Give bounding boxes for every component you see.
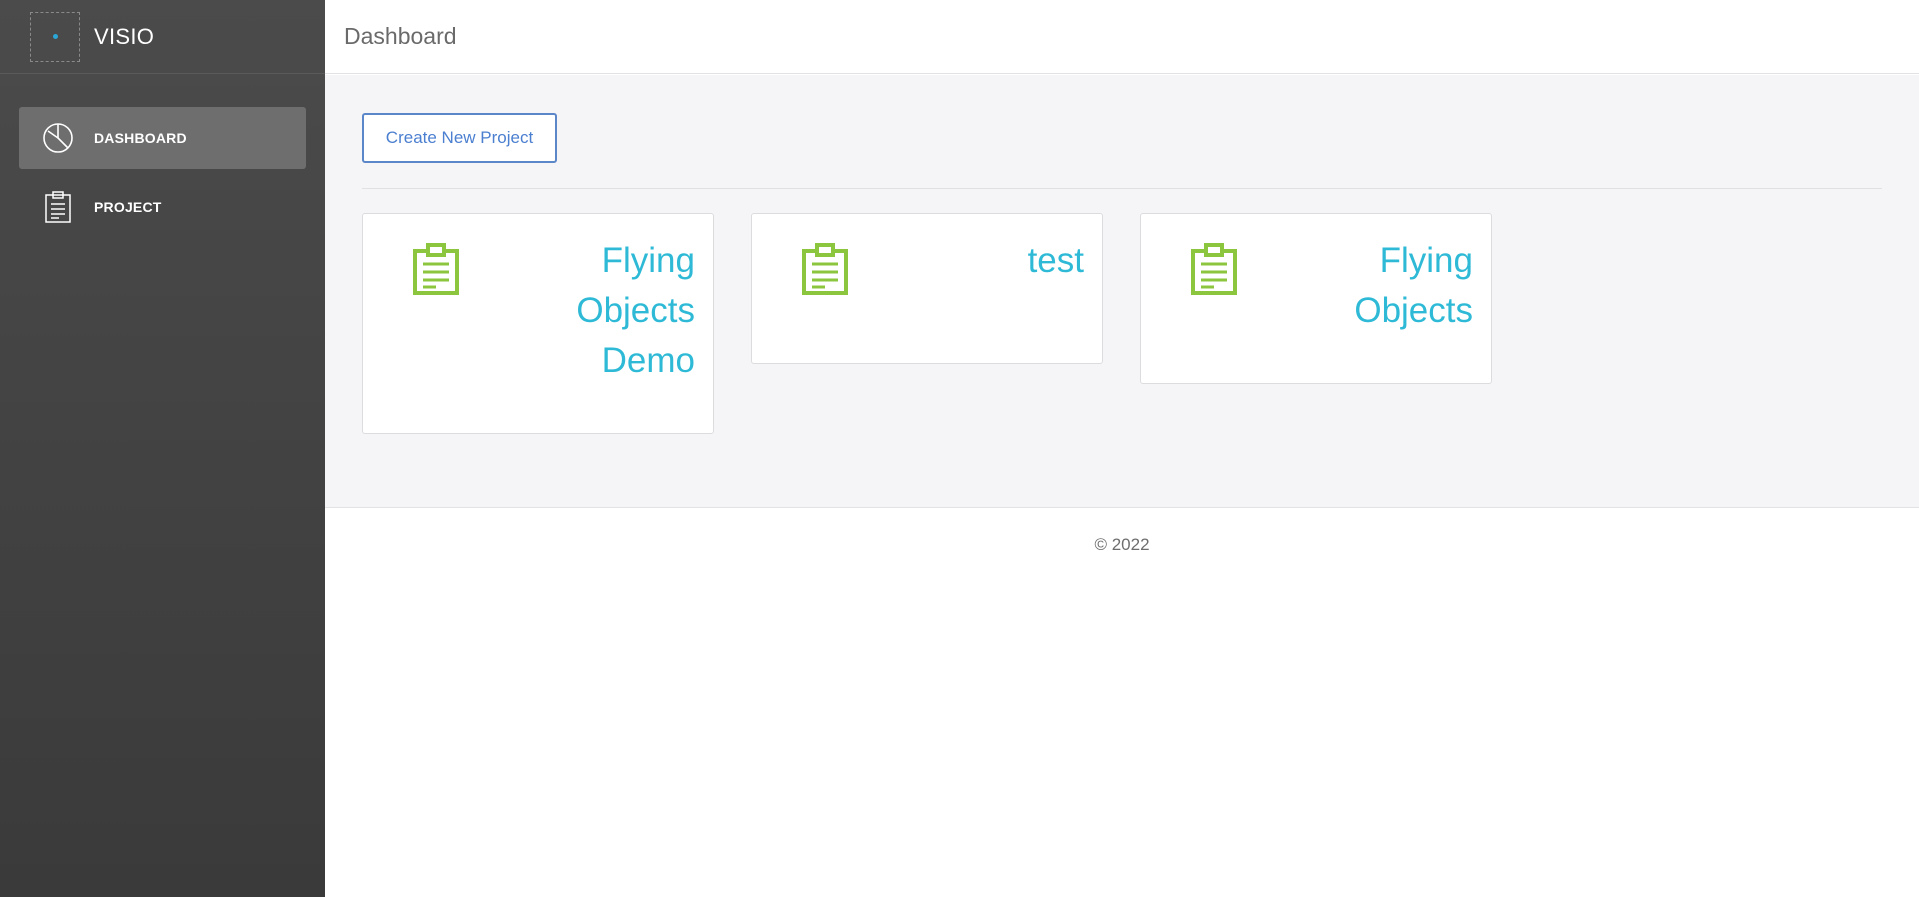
project-card[interactable]: Flying Objects Demo <box>362 213 714 434</box>
page-title: Dashboard <box>344 23 457 49</box>
project-title[interactable]: Flying Objects Demo <box>535 236 695 386</box>
topbar: Dashboard <box>325 0 1919 74</box>
create-new-project-button[interactable]: Create New Project <box>362 113 557 163</box>
sidebar-item-label: PROJECT <box>94 199 162 215</box>
project-card[interactable]: Flying Objects <box>1140 213 1492 384</box>
sidebar: VISIO DASHBOARD PROJECT <box>0 0 325 897</box>
project-card[interactable]: test <box>751 213 1103 364</box>
footer: © 2022 <box>325 535 1919 555</box>
clipboard-icon <box>1190 243 1238 295</box>
sidebar-item-label: DASHBOARD <box>94 130 187 146</box>
pie-chart-icon <box>41 121 75 155</box>
project-title[interactable]: test <box>924 236 1084 286</box>
sidebar-item-project[interactable]: PROJECT <box>19 176 306 238</box>
main-content: Create New Project Flying Objects Demo t… <box>325 75 1919 508</box>
copyright-text: © 2022 <box>1094 535 1150 554</box>
brand-name[interactable]: VISIO <box>94 24 154 50</box>
clipboard-icon <box>412 243 460 295</box>
brand: VISIO <box>0 0 325 74</box>
project-title[interactable]: Flying Objects <box>1313 236 1473 336</box>
sidebar-item-dashboard[interactable]: DASHBOARD <box>19 107 306 169</box>
logo-dot <box>52 34 58 39</box>
clipboard-icon <box>801 243 849 295</box>
sidebar-nav: DASHBOARD PROJECT <box>0 74 325 238</box>
app-logo-icon[interactable] <box>30 11 80 62</box>
clipboard-icon <box>41 190 75 224</box>
divider <box>362 188 1882 189</box>
